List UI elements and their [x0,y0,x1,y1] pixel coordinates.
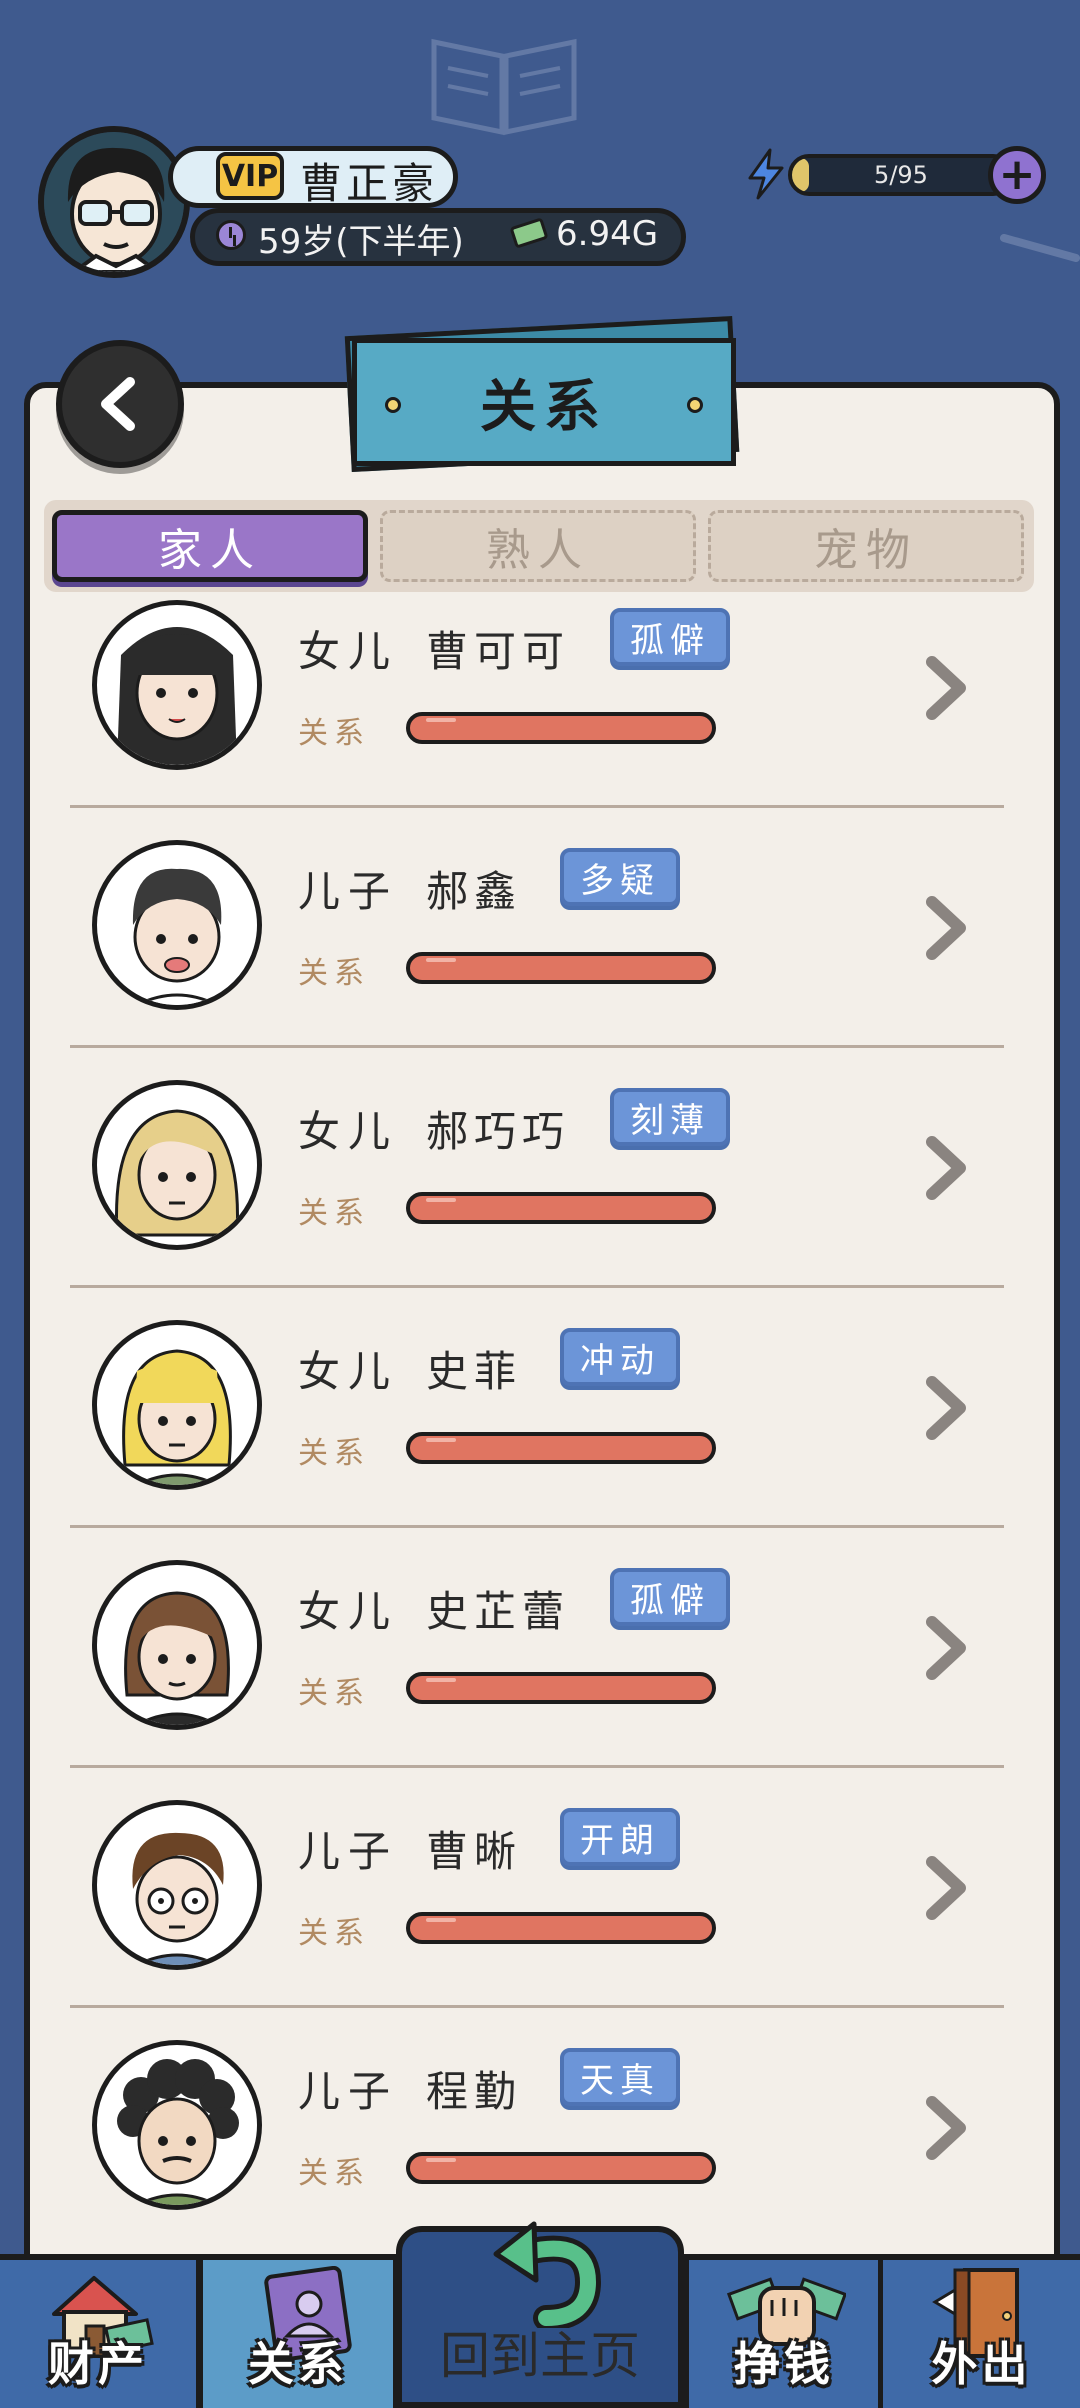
tab-family[interactable]: 家人 [52,510,368,582]
add-energy-button[interactable]: + [988,146,1046,204]
relation-label: 关系 [298,956,370,991]
avatar [92,600,262,770]
relation-label: 关系 [298,716,370,751]
avatar [92,840,262,1010]
trait-badge: 天真 [560,2048,680,2106]
trait-badge: 开朗 [560,1808,680,1866]
relation-label: 关系 [298,1676,370,1711]
player-avatar[interactable] [38,126,190,278]
title-plate: 关系 [352,338,736,466]
chevron-left-icon [101,377,135,431]
member-relation: 女儿 [298,1587,399,1636]
chevron-right-icon[interactable] [920,1614,974,1682]
player-name: 曹正豪 [300,159,439,208]
member-name: 曹可可 [426,627,571,676]
member-relation: 女儿 [298,627,399,676]
nav-assets-label: 财产 [48,2337,148,2391]
trait-badge: 冲动 [560,1328,680,1386]
tab-acquaintances[interactable]: 熟人 [380,510,696,582]
member-name: 郝鑫 [426,867,523,916]
nav-divider [684,2260,689,2408]
back-button[interactable] [56,340,184,468]
avatar [92,1320,262,1490]
nav-outing-label: 外出 [931,2337,1032,2391]
member-name: 史菲 [426,1347,523,1396]
member-relation: 儿子 [298,2067,399,2116]
list-item[interactable]: 女儿 郝巧巧 刻薄 关系 [30,1048,1054,1288]
nav-relations-label: 关系 [248,2337,348,2391]
nav-home-button[interactable]: 回到主页 [396,2221,684,2408]
book-doodle-icon [431,38,577,136]
page-title: 关系 [480,374,608,440]
avatar [92,2040,262,2210]
clock-icon [216,220,246,250]
tab-pets[interactable]: 宠物 [708,510,1024,582]
relation-bar [406,2152,716,2184]
nav-assets[interactable]: 财产 [0,2260,196,2408]
list-item[interactable]: 女儿 曹可可 孤僻 关系 [30,600,1054,808]
player-age: 59岁(下半年) [258,222,464,262]
relation-label: 关系 [298,2156,370,2191]
chevron-right-icon[interactable] [920,1374,974,1442]
pencil-doodle-icon [1000,234,1080,262]
nav-earn-label: 挣钱 [734,2337,834,2391]
member-name: 程勤 [426,2067,523,2116]
relation-bar [406,952,716,984]
trait-badge: 孤僻 [610,1568,730,1626]
list-item[interactable]: 儿子 曹晰 开朗 关系 [30,1768,1054,2008]
chevron-right-icon[interactable] [920,1134,974,1202]
member-relation: 女儿 [298,1107,399,1156]
trait-badge: 孤僻 [610,608,730,666]
trait-badge: 刻薄 [610,1088,730,1146]
relation-label: 关系 [298,1436,370,1471]
chevron-right-icon[interactable] [920,654,974,722]
plate-pin [687,397,703,413]
family-list[interactable]: 女儿 曹可可 孤僻 关系 儿子 郝鑫 多疑 关系 女儿 郝巧巧 刻薄 关系 女儿… [30,600,1054,2256]
member-relation: 儿子 [298,867,399,916]
avatar [92,1800,262,1970]
avatar [92,1560,262,1730]
vip-badge[interactable]: VIP [216,152,284,200]
nav-relations[interactable]: 关系 [198,2260,398,2408]
relation-bar [406,1432,716,1464]
member-name: 史芷蕾 [426,1587,571,1636]
avatar [92,1080,262,1250]
list-item[interactable]: 儿子 程勤 天真 关系 [30,2008,1054,2248]
relation-bar [406,1672,716,1704]
member-relation: 女儿 [298,1347,399,1396]
member-name: 郝巧巧 [426,1107,571,1156]
relation-bar [406,1912,716,1944]
chevron-right-icon[interactable] [920,894,974,962]
lightning-icon [748,148,784,200]
energy-text: 5/95 [874,161,928,189]
nav-earn[interactable]: 挣钱 [690,2260,878,2408]
chevron-right-icon[interactable] [920,1854,974,1922]
chevron-right-icon[interactable] [920,2094,974,2162]
plate-pin [385,397,401,413]
player-money: 6.94G [556,214,659,254]
trait-badge: 多疑 [560,848,680,906]
member-name: 曹晰 [426,1827,523,1876]
list-item[interactable]: 儿子 郝鑫 多疑 关系 [30,808,1054,1048]
relation-bar [406,1192,716,1224]
return-arrow-icon [493,2221,602,2328]
nav-outing[interactable]: 外出 [883,2260,1080,2408]
relation-bar [406,712,716,744]
relation-label: 关系 [298,1916,370,1951]
list-item[interactable]: 女儿 史菲 冲动 关系 [30,1288,1054,1528]
list-item[interactable]: 女儿 史芷蕾 孤僻 关系 [30,1528,1054,1768]
member-relation: 儿子 [298,1827,399,1876]
relation-label: 关系 [298,1196,370,1231]
